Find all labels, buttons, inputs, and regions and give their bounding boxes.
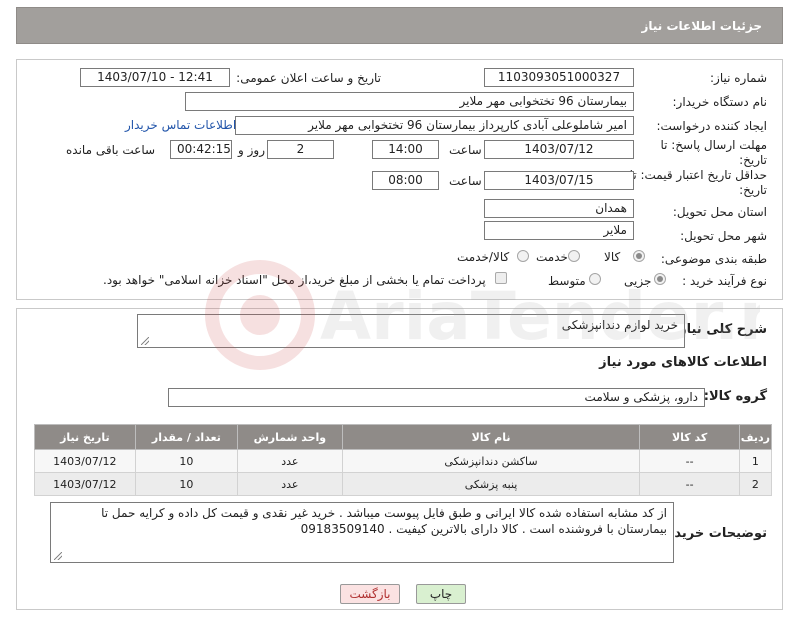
col-code-header: کد کالا bbox=[639, 424, 740, 450]
process-radio-minor[interactable] bbox=[654, 273, 666, 285]
cell-name: پنبه پزشکی bbox=[341, 472, 641, 496]
validity-date-field: 1403/07/15 bbox=[484, 171, 634, 190]
col-qty-header: تعداد / مقدار bbox=[134, 424, 239, 450]
price-validity-label: حداقل تاریخ اعتبار قیمت: تا تاریخ: bbox=[629, 168, 767, 197]
category-radio-goods[interactable] bbox=[633, 250, 645, 262]
resize-grip-icon[interactable] bbox=[54, 552, 62, 560]
cell-qty: 10 bbox=[134, 472, 239, 496]
goods-info-heading: اطلاعات کالاهای مورد نیاز bbox=[599, 355, 767, 370]
category-option-goods-service: کالا/خدمت bbox=[457, 250, 510, 264]
process-radio-medium[interactable] bbox=[589, 273, 601, 285]
table-row: 2 -- پنبه پزشکی عدد 10 1403/07/12 bbox=[34, 472, 773, 496]
city-label: شهر محل تحویل: bbox=[680, 229, 767, 243]
cell-date: 1403/07/12 bbox=[34, 449, 136, 473]
cell-code: -- bbox=[639, 449, 740, 473]
general-desc-text: خرید لوازم دندانپزشکی bbox=[561, 318, 678, 332]
province-label: استان محل تحویل: bbox=[672, 205, 767, 219]
validity-hour-label: ساعت bbox=[449, 174, 482, 188]
cell-row: 1 bbox=[738, 449, 773, 473]
buyer-org-field: بیمارستان 96 تختخوابی مهر ملایر bbox=[185, 92, 634, 111]
category-option-goods: کالا bbox=[604, 250, 621, 264]
category-option-service: خدمت bbox=[536, 250, 568, 264]
treasury-checkbox[interactable] bbox=[495, 272, 507, 284]
table-header-row: ردیف کد کالا نام کالا واحد شمارش تعداد /… bbox=[34, 424, 773, 450]
page-header: جزئیات اطلاعات نیاز bbox=[16, 7, 783, 44]
buyer-contact-link[interactable]: اطلاعات تماس خریدار bbox=[125, 118, 236, 132]
treasury-note: پرداخت تمام یا بخشی از مبلغ خرید،از محل … bbox=[103, 273, 486, 287]
buyer-org-label: نام دستگاه خریدار: bbox=[672, 95, 768, 109]
col-unit-header: واحد شمارش bbox=[237, 424, 343, 450]
cell-unit: عدد bbox=[237, 449, 343, 473]
days-left-field: 2 bbox=[267, 140, 334, 159]
cell-row: 2 bbox=[738, 472, 773, 496]
deadline-date-field: 1403/07/12 bbox=[484, 140, 634, 159]
general-desc-label: شرح کلی نیاز: bbox=[673, 322, 767, 337]
buyer-notes-field: از کد مشابه استفاده شده کالا ایرانی و طب… bbox=[50, 502, 674, 563]
day-and-label: روز و bbox=[238, 143, 265, 157]
col-row-header: ردیف bbox=[738, 424, 773, 450]
page-title: جزئیات اطلاعات نیاز bbox=[641, 19, 762, 33]
goods-group-field: دارو، پزشکی و سلامت bbox=[168, 388, 705, 407]
category-label: طبقه بندی موضوعی: bbox=[660, 252, 767, 266]
hours-left-label: ساعت باقی مانده bbox=[66, 143, 156, 157]
announce-datetime-field: 1403/07/10 - 12:41 bbox=[80, 68, 230, 87]
print-button[interactable]: چاپ bbox=[416, 584, 466, 604]
need-number-label: شماره نیاز: bbox=[710, 71, 767, 85]
announce-datetime-label: تاریخ و ساعت اعلان عمومی: bbox=[236, 71, 381, 85]
buyer-notes-text: از کد مشابه استفاده شده کالا ایرانی و طب… bbox=[101, 506, 667, 536]
cell-date: 1403/07/12 bbox=[34, 472, 136, 496]
province-field: همدان bbox=[484, 199, 634, 218]
process-type-label: نوع فرآیند خرید : bbox=[682, 274, 767, 288]
category-radio-goods-service[interactable] bbox=[517, 250, 529, 262]
city-field: ملایر bbox=[484, 221, 634, 240]
requester-label: ایجاد کننده درخواست: bbox=[656, 119, 767, 133]
general-desc-field: خرید لوازم دندانپزشکی bbox=[137, 314, 685, 348]
cell-code: -- bbox=[639, 472, 740, 496]
cell-name: ساکشن دندانپزشکی bbox=[341, 449, 641, 473]
cell-qty: 10 bbox=[134, 449, 239, 473]
col-name-header: نام کالا bbox=[341, 424, 641, 450]
category-radio-service[interactable] bbox=[568, 250, 580, 262]
validity-time-field: 08:00 bbox=[372, 171, 439, 190]
requester-field: امیر شاملوعلی آبادی کارپرداز بیمارستان 9… bbox=[235, 116, 634, 135]
time-left-field: 00:42:15 bbox=[170, 140, 232, 159]
process-option-minor: جزیی bbox=[624, 274, 652, 288]
cell-unit: عدد bbox=[237, 472, 343, 496]
table-row: 1 -- ساکشن دندانپزشکی عدد 10 1403/07/12 bbox=[34, 449, 773, 473]
back-button[interactable]: بازگشت bbox=[340, 584, 400, 604]
col-date-header: تاریخ نیاز bbox=[34, 424, 136, 450]
goods-group-label: گروه کالا: bbox=[703, 389, 767, 404]
goods-table: ردیف کد کالا نام کالا واحد شمارش تعداد /… bbox=[34, 424, 773, 496]
need-number-field: 1103093051000327 bbox=[484, 68, 634, 87]
deadline-hour-label: ساعت bbox=[449, 143, 482, 157]
resize-grip-icon[interactable] bbox=[141, 337, 149, 345]
deadline-label: مهلت ارسال پاسخ: تا تاریخ: bbox=[660, 138, 767, 167]
deadline-time-field: 14:00 bbox=[372, 140, 439, 159]
process-option-medium: متوسط bbox=[548, 274, 586, 288]
